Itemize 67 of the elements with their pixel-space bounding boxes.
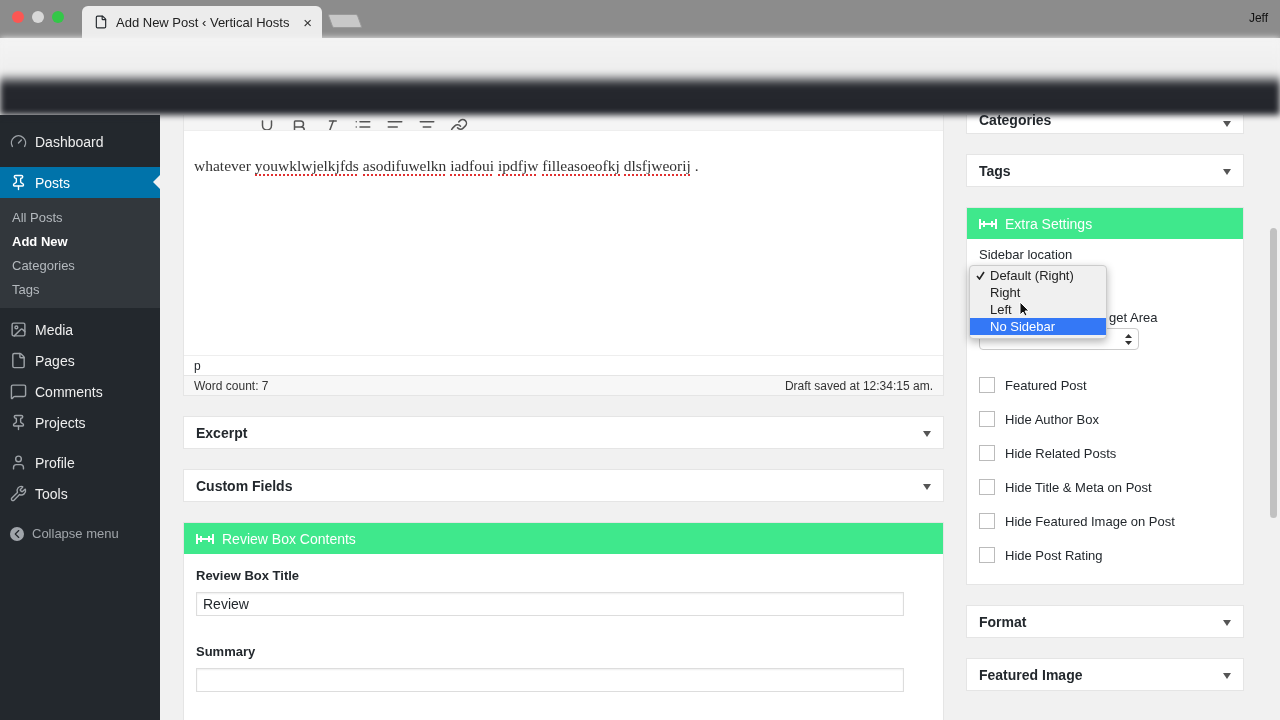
menu-icon: [10, 352, 27, 369]
menu-icon: [10, 321, 27, 338]
checkbox[interactable]: [979, 377, 995, 393]
checkbox[interactable]: [979, 479, 995, 495]
tab-title: Add New Post ‹ Vertical Hosts: [116, 14, 290, 30]
editor-content[interactable]: whatever youwklwjelkjfds asodifuwelkn iadfoui ipdfjw filleasoeofkj dlsfjweorij .: [184, 131, 943, 355]
sidebar-item[interactable]: Tools: [0, 478, 160, 509]
sidebar-item[interactable]: Projects: [0, 407, 160, 438]
panel-title: Extra Settings: [979, 215, 1093, 232]
settings-icon: [979, 217, 997, 230]
page-icon: [94, 15, 108, 29]
checkbox-label: Hide Author Box: [1005, 411, 1099, 427]
word-count: Word count: 7: [194, 378, 269, 393]
checkbox-label: Featured Post: [1005, 377, 1087, 393]
submenu-item[interactable]: Tags: [0, 277, 160, 301]
browser-tab[interactable]: Add New Post ‹ Vertical Hosts ×: [82, 6, 322, 38]
field-label: get Area: [1109, 310, 1158, 326]
sidebar-item[interactable]: Posts: [0, 167, 160, 198]
checkbox[interactable]: [979, 513, 995, 529]
sidebar-item[interactable]: Dashboard: [0, 126, 160, 157]
panel-title: Excerpt: [196, 424, 248, 441]
draft-status: Draft saved at 12:34:15 am.: [784, 378, 933, 393]
menu-icon: [10, 383, 27, 400]
element-path: p: [194, 358, 201, 373]
menu-icon: [10, 174, 27, 191]
panel-title: Review Box Contents: [196, 530, 356, 547]
field-label: Review Box Title: [196, 568, 301, 583]
submenu-item[interactable]: Add New: [0, 229, 160, 253]
menu-option[interactable]: Right: [970, 284, 1106, 301]
submenu-item[interactable]: Categories: [0, 253, 160, 277]
menu-icon: [10, 414, 27, 431]
checkbox-label: Hide Post Rating: [1005, 547, 1103, 563]
checkbox[interactable]: [979, 411, 995, 427]
menu-icon: [10, 485, 27, 502]
menu-icon: [10, 133, 27, 150]
checkbox[interactable]: [979, 547, 995, 563]
collapse-menu-button[interactable]: Collapse menu: [0, 518, 160, 549]
text-field[interactable]: [196, 668, 904, 692]
close-tab-button[interactable]: ×: [303, 13, 312, 31]
panel-title: Categories: [979, 112, 1052, 128]
mouse-cursor-icon: [1019, 301, 1030, 317]
panel-title: Featured Image: [979, 666, 1083, 683]
settings-icon: [196, 532, 214, 545]
field-label: Summary: [196, 644, 257, 659]
panel-title: Custom Fields: [196, 477, 293, 494]
menu-icon: [10, 454, 27, 471]
sidebar-item[interactable]: Pages: [0, 345, 160, 376]
menu-option[interactable]: Default (Right): [970, 267, 1106, 284]
sidebar-item[interactable]: Profile: [0, 447, 160, 478]
checkbox-label: Hide Related Posts: [1005, 445, 1117, 461]
panel-title: Format: [979, 613, 1027, 630]
checkbox[interactable]: [979, 445, 995, 461]
updown-icon: [1125, 333, 1132, 345]
field-label: Sidebar location: [979, 247, 1074, 264]
current-page-pointer: [153, 175, 160, 189]
panel-title: Tags: [979, 162, 1011, 179]
collapse-icon: [10, 526, 24, 541]
profile-name: Jeff: [1248, 11, 1268, 25]
checkbox-label: Hide Title & Meta on Post: [1005, 479, 1152, 495]
text-field[interactable]: Review: [196, 592, 904, 616]
menu-option[interactable]: No Sidebar: [970, 318, 1106, 335]
submenu-item[interactable]: All Posts: [0, 205, 160, 229]
checkbox-label: Hide Featured Image on Post: [1005, 513, 1175, 529]
check-icon: [975, 271, 985, 280]
sidebar-item[interactable]: Comments: [0, 376, 160, 407]
menu-option[interactable]: Left: [970, 301, 1106, 318]
sidebar-item[interactable]: Media: [0, 314, 160, 345]
